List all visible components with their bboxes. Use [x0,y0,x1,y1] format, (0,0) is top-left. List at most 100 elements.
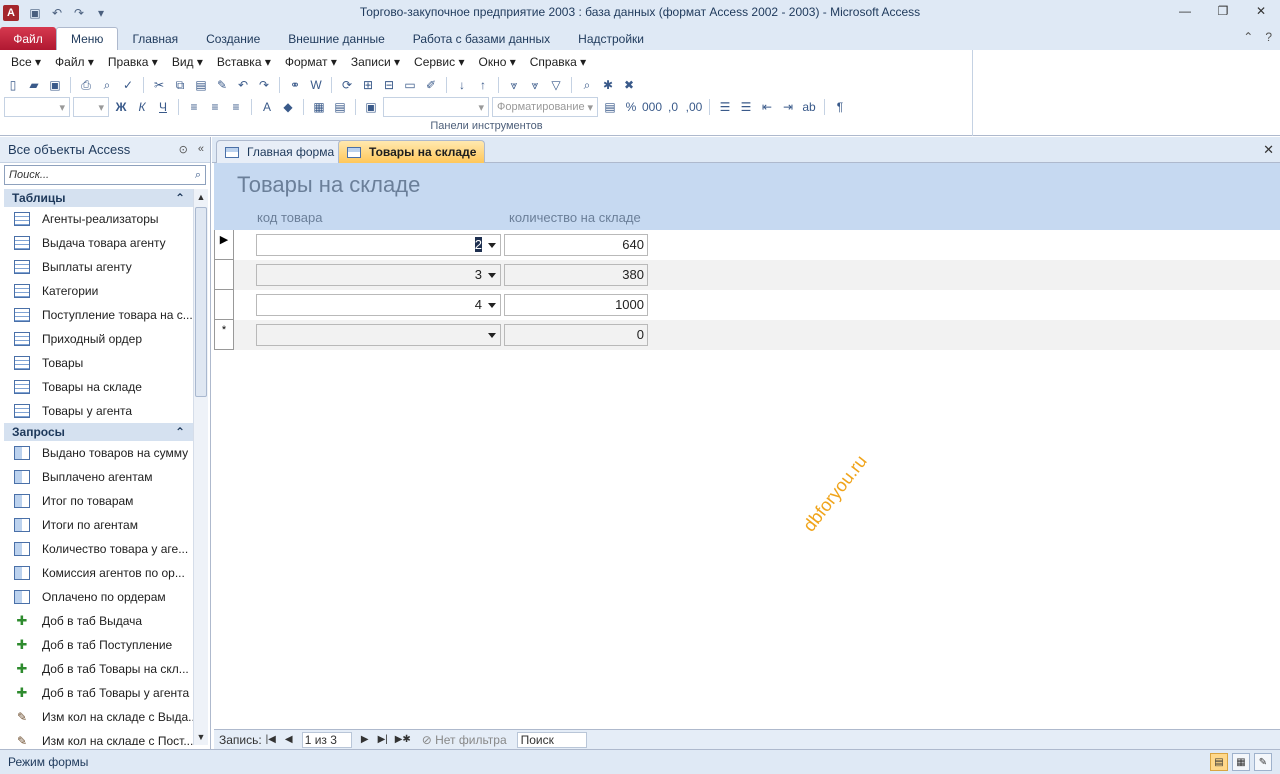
nav-query-item[interactable]: ✚ Доб в таб Товары у агента [4,681,193,705]
current-record-input[interactable]: 1 из 3 [301,731,352,748]
redo-icon[interactable]: ↷ [255,76,273,94]
tab-file[interactable]: Файл [0,27,56,50]
currency-icon[interactable]: ▤ [601,98,619,116]
nav-table-item[interactable]: Товары [4,351,193,375]
save-icon[interactable]: ▣ [46,76,64,94]
design-view-icon[interactable]: ✎ [1254,753,1272,771]
menu-tools[interactable]: Сервис ▾ [407,54,471,70]
scroll-down-icon[interactable]: ▼ [194,729,208,745]
refresh-icon[interactable]: ⟳ [338,76,356,94]
form-view-icon[interactable]: ▤ [1210,753,1228,771]
delete-record-icon[interactable]: ✖ [620,76,638,94]
nav-query-item[interactable]: Итоги по агентам [4,513,193,537]
gridlines-icon[interactable]: ▦ [310,98,328,116]
nav-table-item[interactable]: Поступление товара на с... [4,303,193,327]
close-window-button[interactable]: ✕ [1242,0,1280,22]
product-code-combo[interactable]: 4 [256,294,501,316]
filter-by-selection-icon[interactable]: ⩔ [505,76,523,94]
tab-create[interactable]: Создание [192,27,274,50]
menu-insert[interactable]: Вставка ▾ [210,54,278,70]
bullets-icon[interactable]: ☰ [716,98,734,116]
shutter-bar-close-icon[interactable]: « [198,143,204,156]
undo-icon[interactable]: ↶ [49,6,65,20]
stock-quantity-field[interactable]: 380 [504,264,648,286]
redo-icon[interactable]: ↷ [71,6,87,20]
layout-view-icon[interactable]: ▦ [1232,753,1250,771]
doc-tab-stock[interactable]: Товары на складе [338,140,486,163]
menu-all[interactable]: Все ▾ [4,54,48,70]
spelling-icon[interactable]: ✓ [119,76,137,94]
increase-decimals-icon[interactable]: ,0 [664,98,682,116]
nav-table-item[interactable]: Приходный ордер [4,327,193,351]
menu-edit[interactable]: Правка ▾ [101,54,165,70]
insert-hyperlink-icon[interactable]: ⚭ [286,76,304,94]
nav-query-item[interactable]: ✎ Изм кол на складе с Выда... [4,705,193,729]
nav-pane-menu-icon[interactable]: ⊙ [179,143,188,156]
stock-quantity-field[interactable]: 640 [504,234,648,256]
nav-query-item[interactable]: ✚ Доб в таб Товары на скл... [4,657,193,681]
menu-records[interactable]: Записи ▾ [344,54,407,70]
nav-table-item[interactable]: Выплаты агенту [4,255,193,279]
font-color-icon[interactable]: A [258,98,276,116]
record-selector[interactable] [214,260,234,290]
tab-home[interactable]: Главная [118,27,192,50]
paste-icon[interactable]: ▤ [192,76,210,94]
text-direction-icon[interactable]: ¶ [831,98,849,116]
nav-query-item[interactable]: Комиссия агентов по ор... [4,561,193,585]
record-selector[interactable] [214,290,234,320]
chevron-down-icon[interactable] [488,303,496,308]
nav-table-item[interactable]: Агенты-реализаторы [4,207,193,231]
align-left-icon[interactable]: ≡ [185,98,203,116]
previous-record-icon[interactable]: ◀ [283,734,295,745]
find-icon[interactable]: ⌕ [578,76,596,94]
last-record-icon[interactable]: ▶| [377,734,389,745]
record-selector[interactable]: * [214,320,234,350]
menu-window[interactable]: Окно ▾ [471,54,522,70]
nav-query-item[interactable]: ✚ Доб в таб Поступление [4,633,193,657]
copy-icon[interactable]: ⧉ [171,76,189,94]
office-links-icon[interactable]: W [307,76,325,94]
menu-view[interactable]: Вид ▾ [165,54,210,70]
product-code-combo[interactable]: 3 [256,264,501,286]
first-record-icon[interactable]: |◀ [265,734,277,745]
formatting-combo[interactable]: Форматирование ▾ [492,97,598,117]
new-icon[interactable]: ▯ [4,76,22,94]
tab-add-ins[interactable]: Надстройки [564,27,658,50]
toggle-filter-icon[interactable]: ▽ [547,76,565,94]
indent-icon[interactable]: ⇥ [779,98,797,116]
nav-query-item[interactable]: Выдано товаров на сумму [4,441,193,465]
new-object-icon[interactable]: ▭ [401,76,419,94]
menu-file[interactable]: Файл ▾ [48,54,101,70]
nav-pane-title[interactable]: Все объекты Access [8,142,130,157]
fill-color-icon[interactable]: ◆ [279,98,297,116]
quick-access-customize-icon[interactable]: ▾ [93,6,109,20]
nav-group-queries[interactable]: Запросы ⌃ [4,423,193,441]
nav-query-item[interactable]: Итог по товарам [4,489,193,513]
nav-table-item[interactable]: Товары у агента [4,399,193,423]
print-preview-icon[interactable]: ⌕ [98,76,116,94]
sort-descending-icon[interactable]: ↑ [474,76,492,94]
stock-quantity-field[interactable]: 1000 [504,294,648,316]
nav-query-item[interactable]: ✚ Доб в таб Выдача [4,609,193,633]
restore-button[interactable]: ❐ [1204,0,1242,22]
font-size-combo[interactable]: ▾ [73,97,109,117]
next-record-icon[interactable]: ▶ [359,734,371,745]
chevron-down-icon[interactable] [488,243,496,248]
scroll-up-icon[interactable]: ▲ [194,189,208,205]
tab-database-tools[interactable]: Работа с базами данных [399,27,564,50]
relationships-icon[interactable]: ⊞ [359,76,377,94]
object-combo[interactable]: ▾ [383,97,489,117]
collapse-group-icon[interactable]: ⌃ [175,191,185,205]
nav-scrollbar[interactable]: ▲ ▼ [193,189,208,745]
format-painter-icon[interactable]: ✎ [213,76,231,94]
underline-icon[interactable]: Ч [154,98,172,116]
record-search-input[interactable]: Поиск [516,731,587,748]
nav-query-item[interactable]: Выплачено агентам [4,465,193,489]
font-name-combo[interactable]: ▾ [4,97,70,117]
nav-table-item[interactable]: Категории [4,279,193,303]
access-app-icon[interactable]: A [3,5,19,21]
no-filter-button[interactable]: ⊘ Нет фильтра [422,733,507,747]
numbering-icon[interactable]: ☰ [737,98,755,116]
properties-icon[interactable]: ✐ [422,76,440,94]
chevron-down-icon[interactable] [488,273,496,278]
